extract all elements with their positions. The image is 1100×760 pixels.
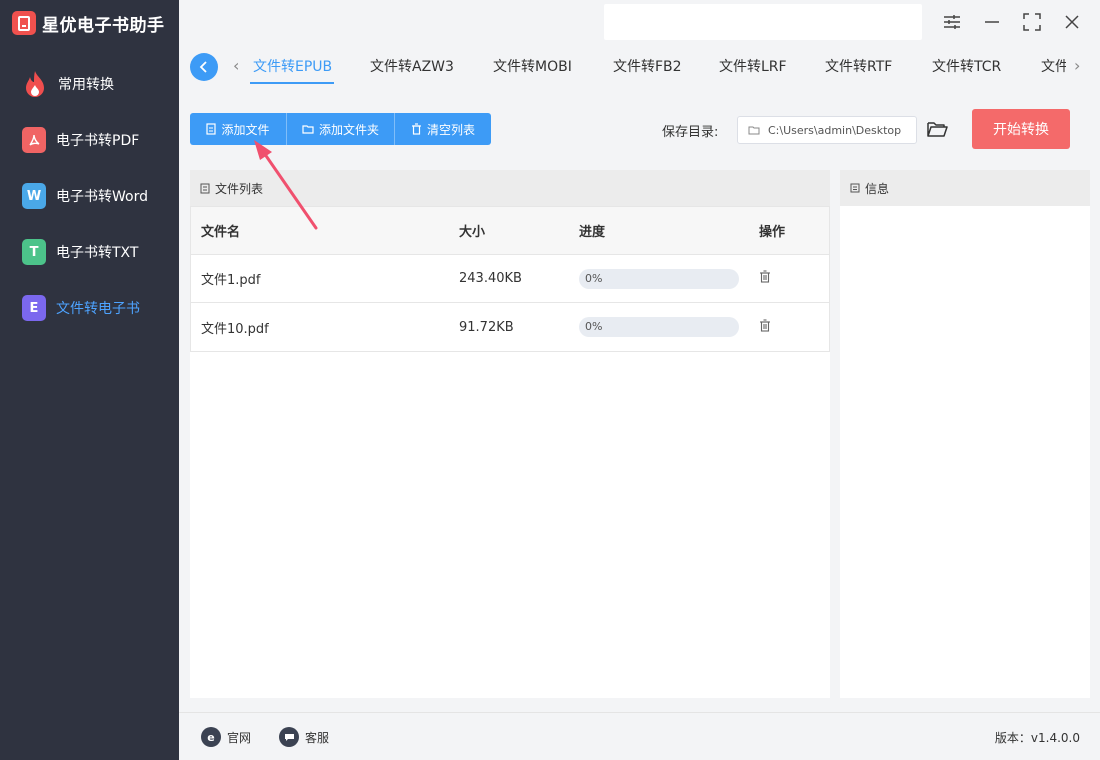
clear-list-button[interactable]: 清空列表 [395, 113, 491, 145]
info-title: 信息 [865, 181, 890, 196]
tab-more[interactable]: 文件转 [1041, 56, 1066, 76]
table-row[interactable]: 文件10.pdf 91.72KB 0% [191, 303, 829, 351]
column-header-size: 大小 [459, 225, 486, 240]
folder-icon [302, 125, 314, 134]
app-logo-icon [12, 11, 36, 35]
column-header-actions: 操作 [759, 225, 786, 240]
pdf-icon [22, 127, 46, 153]
table-row[interactable]: 文件1.pdf 243.40KB 0% [191, 255, 829, 303]
delete-trash-icon[interactable] [759, 318, 771, 336]
sidebar: 星优电子书助手 常用转换 电子书转PDF W 电子书转Word T 电子书转TX… [0, 0, 179, 760]
save-dir-label: 保存目录: [662, 125, 719, 140]
tab-strip: 文件转EPUB 文件转AZW3 文件转MOBI 文件转FB2 文件转LRF 文件… [246, 50, 1066, 86]
add-folder-button[interactable]: 添加文件夹 [287, 113, 395, 145]
file-icon [206, 123, 217, 135]
footer-bar: e 官网 客服 版本：v1.4.0.0 [179, 712, 1100, 760]
app-name: 星优电子书助手 [42, 15, 165, 36]
tab-lrf[interactable]: 文件转LRF [719, 56, 787, 76]
ebook-icon: E [22, 295, 46, 321]
sidebar-item-to-ebook[interactable]: E 文件转电子书 [22, 293, 140, 323]
file-list-title: 文件列表 [215, 181, 264, 196]
sidebar-item-label: 电子书转PDF [56, 133, 140, 149]
tab-tcr[interactable]: 文件转TCR [932, 56, 1001, 76]
service-label: 客服 [305, 730, 330, 745]
tabs-scroll-left-icon[interactable]: ‹ [233, 56, 239, 75]
tab-epub[interactable]: 文件转EPUB [253, 56, 332, 76]
browse-folder-icon[interactable] [926, 119, 948, 143]
close-icon[interactable] [1060, 10, 1084, 34]
customer-service-link[interactable]: 客服 [279, 727, 329, 747]
chevron-left-icon [199, 61, 207, 73]
save-dir-field[interactable]: C:\Users\admin\Desktop [737, 116, 917, 144]
sidebar-item-pdf[interactable]: 电子书转PDF [22, 125, 139, 155]
tabs-scroll-right-icon[interactable]: › [1074, 56, 1080, 75]
add-file-label: 添加文件 [221, 122, 270, 137]
sidebar-item-label: 常用转换 [58, 77, 114, 93]
file-button-group: 添加文件 添加文件夹 清空列表 [190, 113, 491, 145]
sidebar-item-word[interactable]: W 电子书转Word [22, 181, 148, 211]
sidebar-item-label: 电子书转TXT [56, 245, 139, 261]
app-title: 星优电子书助手 [12, 10, 165, 36]
settings-sliders-icon[interactable] [940, 10, 964, 34]
file-size: 243.40KB [459, 271, 522, 286]
sidebar-item-label: 文件转电子书 [56, 301, 140, 317]
delete-trash-icon[interactable] [759, 270, 771, 287]
table-header-row: 文件名 大小 进度 操作 [191, 207, 829, 255]
tab-fb2[interactable]: 文件转FB2 [613, 56, 682, 76]
list-icon [200, 183, 210, 193]
file-list-panel: 文件列表 文件名 大小 进度 操作 文件1.pdf 243.40KB 0% 文件… [190, 170, 830, 698]
version-label: 版本：v1.4.0.0 [994, 731, 1080, 745]
progress-text: 0% [585, 320, 603, 333]
clear-list-label: 清空列表 [426, 122, 475, 137]
save-dir-value: C:\Users\admin\Desktop [768, 123, 902, 137]
tab-mobi[interactable]: 文件转MOBI [493, 56, 572, 76]
active-tab-underline [250, 82, 334, 84]
flame-icon [26, 71, 44, 97]
add-folder-label: 添加文件夹 [318, 122, 379, 137]
file-name: 文件1.pdf [201, 273, 261, 288]
start-convert-button[interactable]: 开始转换 [972, 109, 1070, 149]
file-name: 文件10.pdf [201, 321, 269, 337]
tab-rtf[interactable]: 文件转RTF [825, 56, 892, 76]
progress-bar: 0% [579, 317, 739, 337]
progress-bar: 0% [579, 268, 739, 289]
maximize-icon[interactable] [1020, 10, 1044, 34]
chat-bubble-icon [279, 727, 299, 747]
website-label: 官网 [227, 730, 252, 745]
browser-e-icon: e [201, 727, 221, 747]
column-header-progress: 进度 [579, 225, 606, 240]
progress-text: 0% [585, 271, 603, 285]
file-list-header: 文件列表 [190, 170, 830, 206]
info-header: 信息 [840, 170, 1090, 206]
add-file-button[interactable]: 添加文件 [190, 113, 287, 145]
info-doc-icon [850, 183, 860, 193]
title-bar-blank-field [604, 4, 922, 40]
file-table: 文件名 大小 进度 操作 文件1.pdf 243.40KB 0% 文件10.pd… [190, 206, 830, 352]
minimize-icon[interactable] [980, 10, 1004, 34]
info-panel: 信息 [840, 170, 1090, 698]
folder-icon [748, 126, 760, 135]
word-icon: W [22, 183, 46, 209]
trash-icon [411, 123, 421, 135]
column-header-name: 文件名 [201, 225, 241, 240]
file-size: 91.72KB [459, 319, 514, 335]
txt-icon: T [22, 239, 46, 265]
sidebar-item-label: 电子书转Word [56, 189, 148, 205]
website-link[interactable]: e 官网 [201, 727, 251, 747]
tab-azw3[interactable]: 文件转AZW3 [370, 56, 454, 76]
back-button[interactable] [190, 53, 218, 81]
sidebar-item-txt[interactable]: T 电子书转TXT [22, 237, 138, 267]
sidebar-item-common[interactable]: 常用转换 [22, 69, 114, 99]
